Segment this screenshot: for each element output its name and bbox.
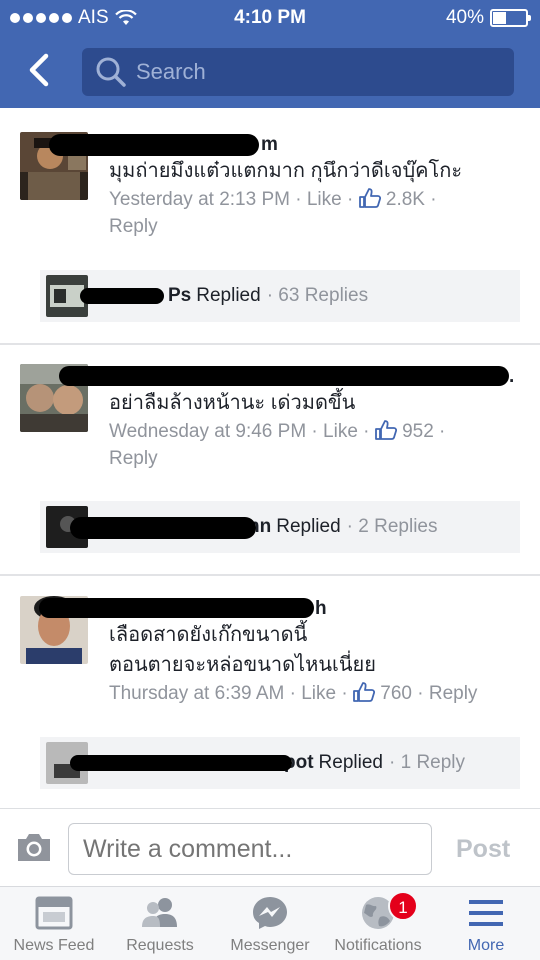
tab-label: News Feed [13,937,95,954]
redaction-mark [39,598,314,618]
reply-button[interactable]: Reply [109,213,526,240]
comment-text-line: เลือดสาดยังเก๊กขนาดนี้ [109,624,308,646]
like-button[interactable]: Like [301,683,336,704]
comment-meta: Yesterday at 2:13 PM · Like · 2.8K · Rep… [109,186,526,240]
tab-news-feed[interactable]: News Feed [0,887,108,960]
search-placeholder: Search [136,59,206,84]
thumbs-up-icon [374,420,397,440]
author-name: . [509,366,515,387]
like-button[interactable]: Like [323,421,358,442]
comment-time[interactable]: Thursday at 6:39 AM [109,683,284,704]
redaction-mark [59,366,509,386]
battery-info: 40% [445,7,531,29]
tab-notifications[interactable]: 1 Notifications [324,887,432,960]
comment-meta: Wednesday at 9:46 PM · Like · 952 · Repl… [109,418,526,472]
comment-time[interactable]: Yesterday at 2:13 PM [109,189,290,210]
comment-composer: Post [0,808,540,886]
comment-input[interactable] [68,823,432,875]
camera-icon[interactable] [16,831,52,863]
thumbs-up-icon [353,682,375,702]
battery-percent: 40% [445,7,484,28]
reply-count: · 63 Replies [266,285,369,306]
status-bar: AIS 4:10 PM 40% [0,0,540,36]
like-button[interactable]: Like [307,189,342,210]
comment-text-line: มุมถ่ายมึงแต๋วแตกมาก กุนึกว่าดีเจบุ๊คโกะ [109,160,463,182]
replies-bar[interactable]: pot Replied · 1 Reply [40,737,520,789]
tab-more[interactable]: More [432,887,540,960]
comment-text: เลือดสาดยังเก๊กขนาดนี้ ตอนตายจะหล่อขนาดไ… [109,620,526,680]
comment-text: มุมถ่ายมึงแต๋วแตกมาก กุนึกว่าดีเจบุ๊คโกะ [109,156,526,186]
comment-meta: Thursday at 6:39 AM · Like · 760 · Reply [109,682,478,704]
post-button[interactable]: Post [456,835,510,864]
bottom-tab-bar: News Feed Requests Messenger 1 Notificat… [0,886,540,960]
comment-text-line: ตอนตายจะหล่อขนาดไหนเนี่ยย [109,654,376,676]
replies-bar[interactable]: Ps Replied · 63 Replies [40,270,520,322]
replies-bar[interactable]: nn Replied · 2 Replies [40,501,520,553]
tab-label: Messenger [230,937,310,954]
replied-label: Replied [196,285,261,306]
reply-author: Ps [168,285,192,306]
like-count[interactable]: 760 [380,683,412,704]
reply-count: · 2 Replies [346,516,438,537]
comment-author[interactable]: . [59,364,526,388]
redaction-mark [80,288,164,304]
tab-label: More [467,937,505,954]
redaction-mark [70,517,256,539]
reply-button[interactable]: Reply [109,445,526,472]
replied-label: Replied [276,516,341,537]
comment-author[interactable]: h [39,596,526,620]
author-name: m [261,134,278,155]
reply-button[interactable]: Reply [429,683,478,704]
search-icon [96,57,126,87]
top-header: AIS 4:10 PM 40% Search [0,0,540,108]
author-name: h [315,598,327,619]
comment-text: อย่าลืมล้างหน้านะ เด่วมดขึ้น [109,388,526,418]
like-count[interactable]: 952 [402,421,434,442]
replied-label: Replied [318,752,383,773]
like-count[interactable]: 2.8K [386,189,425,210]
tab-label: Notifications [334,937,422,954]
tab-label: Requests [126,937,194,954]
comment-author[interactable]: m [49,132,526,156]
battery-icon [490,9,531,27]
menu-icon [469,900,503,926]
tab-requests[interactable]: Requests [106,887,214,960]
tab-messenger[interactable]: Messenger [216,887,324,960]
comment-time[interactable]: Wednesday at 9:46 PM [109,421,306,442]
messenger-icon [253,897,287,929]
reply-count: · 1 Reply [388,752,466,773]
divider [0,343,540,345]
redaction-mark [49,134,259,156]
notification-badge: 1 [388,891,418,921]
search-input[interactable]: Search [82,48,514,96]
comment-text-line: อย่าลืมล้างหน้านะ เด่วมดขึ้น [109,392,356,414]
friend-requests-icon [142,898,177,927]
news-feed-icon [35,896,73,930]
chevron-left-icon[interactable] [22,52,58,88]
thumbs-up-icon [358,188,381,208]
divider [0,574,540,576]
redaction-mark [70,755,292,771]
